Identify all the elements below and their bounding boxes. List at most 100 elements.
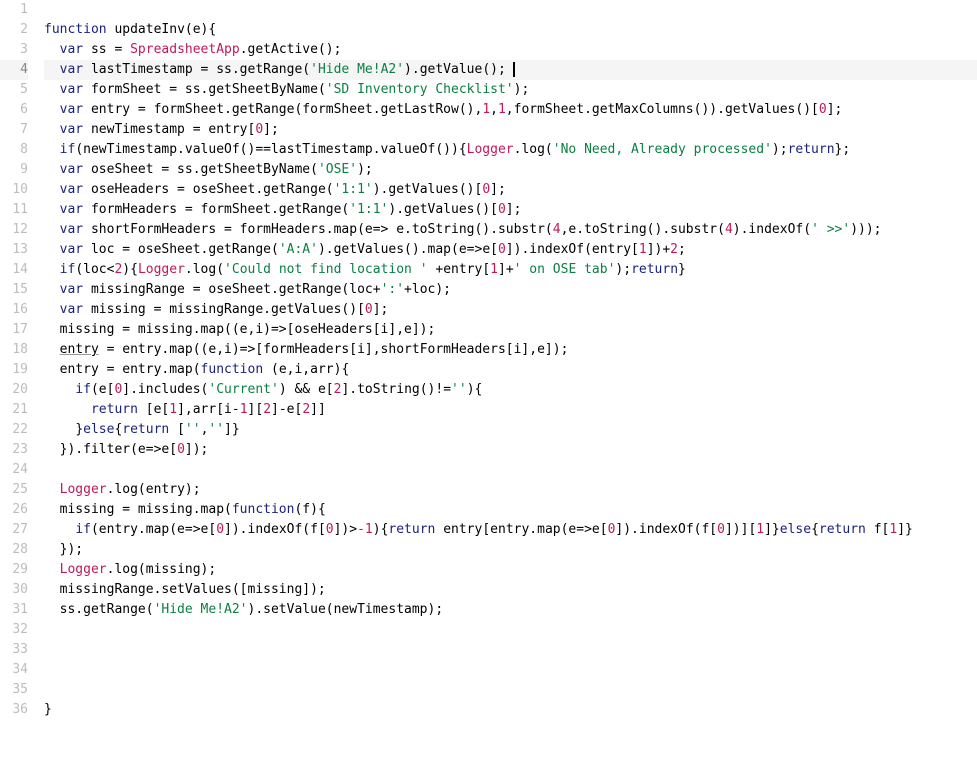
- code-line[interactable]: [44, 640, 977, 660]
- code-line[interactable]: return [e[1],arr[i-1][2]-e[2]]: [44, 400, 977, 420]
- token-type: Logger: [467, 142, 514, 157]
- code-line[interactable]: var lastTimestamp = ss.getRange('Hide Me…: [44, 60, 977, 80]
- token-plain: ]);: [185, 442, 208, 457]
- line-number: 10: [0, 180, 28, 200]
- token-plain: }: [678, 262, 686, 277]
- token-str: 'SD Inventory Checklist': [326, 82, 514, 97]
- code-line[interactable]: missing = missing.map(function(f){: [44, 500, 977, 520]
- code-line[interactable]: var formHeaders = formSheet.getRange('1:…: [44, 200, 977, 220]
- code-line[interactable]: var formSheet = ss.getSheetByName('SD In…: [44, 80, 977, 100]
- code-line[interactable]: }else{return ['','']}: [44, 420, 977, 440]
- token-str: 'Current': [208, 382, 278, 397]
- code-line[interactable]: Logger.log(missing);: [44, 560, 977, 580]
- token-plain: ])+: [647, 242, 670, 257]
- token-num: 1: [639, 242, 647, 257]
- line-number: 30: [0, 580, 28, 600]
- token-num: 0: [498, 202, 506, 217]
- token-str: 'Could not find location ': [224, 262, 428, 277]
- token-kw: var: [60, 282, 83, 297]
- code-line[interactable]: }: [44, 700, 977, 720]
- token-kw: return: [388, 522, 435, 537]
- token-plain: ,e.toString().substr(: [561, 222, 725, 237]
- token-str: ':': [381, 282, 404, 297]
- token-plain: );: [357, 162, 373, 177]
- token-num: 0: [326, 522, 334, 537]
- code-line[interactable]: var missing = missingRange.getValues()[0…: [44, 300, 977, 320]
- line-number: 12: [0, 220, 28, 240]
- token-str: 'No Need, Already processed': [553, 142, 772, 157]
- token-kw: else: [83, 422, 114, 437]
- code-line[interactable]: missingRange.setValues([missing]);: [44, 580, 977, 600]
- line-number: 35: [0, 680, 28, 700]
- code-editor[interactable]: 1234567891011121314151617181920212223242…: [0, 0, 977, 760]
- token-plain: ]).indexOf(f[: [615, 522, 717, 537]
- token-plain: ]}: [764, 522, 780, 537]
- code-line[interactable]: entry = entry.map(function (e,i,arr){: [44, 360, 977, 380]
- code-line[interactable]: ss.getRange('Hide Me!A2').setValue(newTi…: [44, 600, 977, 620]
- token-kw: return: [631, 262, 678, 277]
- line-number: 14: [0, 260, 28, 280]
- token-num: 0: [365, 302, 373, 317]
- code-line[interactable]: entry = entry.map((e,i)=>[formHeaders[i]…: [44, 340, 977, 360]
- line-number: 24: [0, 460, 28, 480]
- code-line[interactable]: var missingRange = oseSheet.getRange(loc…: [44, 280, 977, 300]
- code-line[interactable]: var loc = oseSheet.getRange('A:A').getVa…: [44, 240, 977, 260]
- token-plain: ){: [467, 382, 483, 397]
- code-line[interactable]: [44, 660, 977, 680]
- token-plain: ];: [827, 102, 843, 117]
- token-plain: .log(missing);: [107, 562, 217, 577]
- token-plain: [e[: [138, 402, 169, 417]
- token-plain: ,formSheet.getMaxColumns()).getValues()[: [506, 102, 819, 117]
- token-plain: (f){: [294, 502, 325, 517]
- token-plain: ],arr[i-: [177, 402, 240, 417]
- code-line[interactable]: var oseSheet = ss.getSheetByName('OSE');: [44, 160, 977, 180]
- token-plain: updateInv(e){: [107, 22, 217, 37]
- token-kw: return: [819, 522, 866, 537]
- line-number: 19: [0, 360, 28, 380]
- token-plain: ].includes(: [122, 382, 208, 397]
- line-number: 1: [0, 0, 28, 20]
- code-line[interactable]: if(e[0].includes('Current') && e[2].toSt…: [44, 380, 977, 400]
- code-line[interactable]: }).filter(e=>e[0]);: [44, 440, 977, 460]
- token-plain: ]]: [310, 402, 326, 417]
- token-plain: formSheet = ss.getSheetByName(: [83, 82, 326, 97]
- token-plain: ).setValue(newTimestamp);: [248, 602, 444, 617]
- code-area[interactable]: function updateInv(e){ var ss = Spreadsh…: [36, 0, 977, 760]
- line-number: 36: [0, 700, 28, 720]
- code-line[interactable]: [44, 620, 977, 640]
- token-plain: ]+: [498, 262, 514, 277]
- token-plain: ])>: [334, 522, 357, 537]
- code-line[interactable]: var newTimestamp = entry[0];: [44, 120, 977, 140]
- code-line[interactable]: function updateInv(e){: [44, 20, 977, 40]
- token-plain: shortFormHeaders = formHeaders.map(e=> e…: [83, 222, 553, 237]
- code-line[interactable]: var shortFormHeaders = formHeaders.map(e…: [44, 220, 977, 240]
- line-number: 11: [0, 200, 28, 220]
- code-line[interactable]: var oseHeaders = oseSheet.getRange('1:1'…: [44, 180, 977, 200]
- code-line[interactable]: if(newTimestamp.valueOf()==lastTimestamp…: [44, 140, 977, 160]
- token-plain: missingRange = oseSheet.getRange(loc+: [83, 282, 380, 297]
- code-line[interactable]: [44, 460, 977, 480]
- token-num: 2: [263, 402, 271, 417]
- code-line[interactable]: [44, 0, 977, 20]
- token-plain: = entry.map((e,i)=>[formHeaders[i],short…: [99, 342, 569, 357]
- token-plain: ];: [263, 122, 279, 137]
- code-line[interactable]: Logger.log(entry);: [44, 480, 977, 500]
- token-plain: ).getValues().map(e=>e[: [318, 242, 498, 257]
- line-number: 13: [0, 240, 28, 260]
- token-kw: var: [60, 182, 83, 197]
- code-line[interactable]: missing = missing.map((e,i)=>[oseHeaders…: [44, 320, 977, 340]
- code-line[interactable]: if(loc<2){Logger.log('Could not find loc…: [44, 260, 977, 280]
- line-number: 16: [0, 300, 28, 320]
- line-number: 29: [0, 560, 28, 580]
- token-str: 'A:A': [279, 242, 318, 257]
- token-num: 1: [498, 102, 506, 117]
- code-line[interactable]: });: [44, 540, 977, 560]
- token-plain: );: [772, 142, 788, 157]
- code-line[interactable]: if(entry.map(e=>e[0]).indexOf(f[0])>-1){…: [44, 520, 977, 540]
- line-number-gutter: 1234567891011121314151617181920212223242…: [0, 0, 36, 760]
- code-line[interactable]: var entry = formSheet.getRange(formSheet…: [44, 100, 977, 120]
- token-str: '': [185, 422, 201, 437]
- code-line[interactable]: [44, 680, 977, 700]
- token-str: 'OSE': [318, 162, 357, 177]
- code-line[interactable]: var ss = SpreadsheetApp.getActive();: [44, 40, 977, 60]
